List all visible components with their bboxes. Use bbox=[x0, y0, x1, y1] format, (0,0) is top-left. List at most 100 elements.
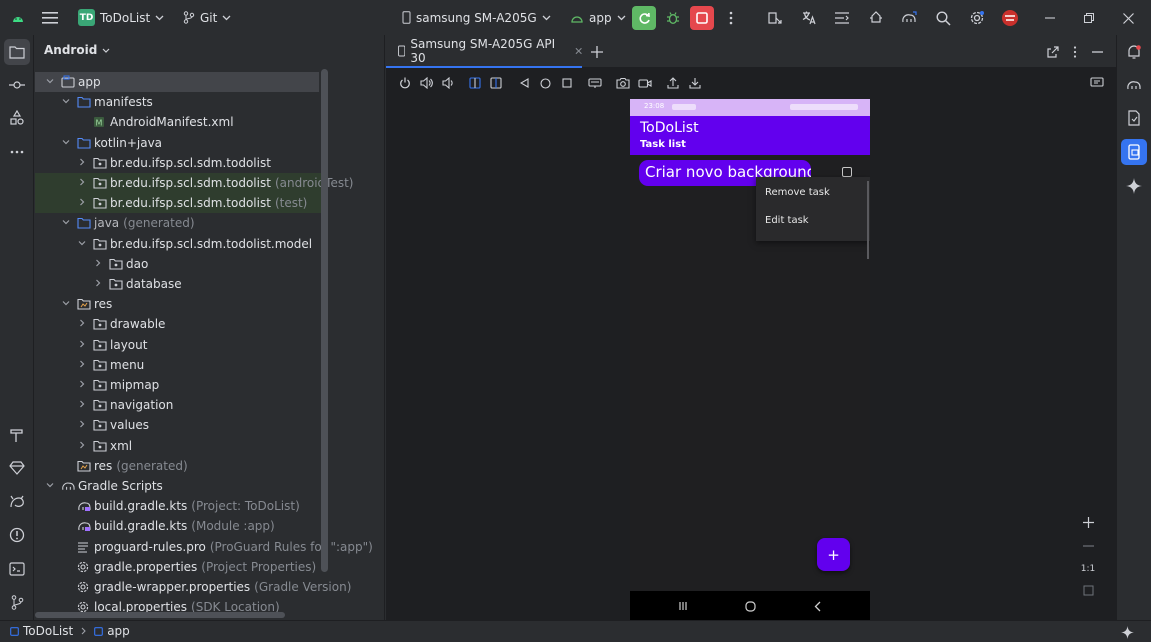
tree-row[interactable]: br.edu.ifsp.scl.sdm.todolist (test) bbox=[35, 193, 327, 214]
breadcrumb-project[interactable]: ToDoList bbox=[23, 624, 73, 638]
panel-options-button[interactable] bbox=[1066, 43, 1084, 61]
menu-item-remove-task[interactable]: Remove task bbox=[765, 187, 830, 198]
power-button[interactable] bbox=[396, 74, 414, 92]
chevron-right-icon[interactable] bbox=[77, 419, 89, 431]
tree-row[interactable]: java (generated) bbox=[35, 213, 319, 233]
rerun-button[interactable] bbox=[632, 6, 656, 30]
restore-button[interactable] bbox=[1077, 6, 1101, 30]
tree-row[interactable]: res (generated) bbox=[35, 456, 319, 476]
plugin-avatar-button[interactable] bbox=[998, 6, 1022, 30]
close-tab-icon[interactable] bbox=[575, 47, 582, 55]
tree-row[interactable]: br.edu.ifsp.scl.sdm.todolist (androidTest… bbox=[35, 173, 353, 193]
tree-row[interactable]: build.gradle.kts (Module :app) bbox=[35, 516, 319, 536]
tree-row[interactable]: drawable bbox=[35, 314, 319, 334]
fold-button[interactable] bbox=[586, 74, 604, 92]
rotate-left-button[interactable] bbox=[466, 74, 484, 92]
tree-row[interactable]: gradle.properties (Project Properties) bbox=[35, 557, 319, 577]
back-button[interactable] bbox=[515, 74, 533, 92]
more-tools-button[interactable] bbox=[4, 139, 30, 165]
volume-down-button[interactable] bbox=[438, 74, 456, 92]
project-switcher[interactable]: TD ToDoList bbox=[78, 0, 164, 35]
zoom-actual-size-button[interactable]: 1:1 bbox=[1076, 561, 1100, 577]
tree-row[interactable]: M AndroidManifest.xml bbox=[35, 112, 319, 132]
debug-button[interactable] bbox=[661, 6, 685, 30]
chevron-down-icon[interactable] bbox=[61, 298, 73, 310]
chevron-right-icon[interactable] bbox=[77, 177, 89, 189]
tree-row[interactable]: database bbox=[35, 274, 319, 294]
apply-changes-button[interactable] bbox=[763, 6, 787, 30]
logcat-button[interactable] bbox=[4, 489, 30, 515]
main-menu-icon[interactable] bbox=[38, 6, 62, 30]
more-actions-button[interactable] bbox=[719, 6, 743, 30]
git-button[interactable] bbox=[4, 589, 30, 615]
device-manager-button[interactable] bbox=[830, 6, 854, 30]
chevron-right-icon[interactable] bbox=[77, 339, 89, 351]
chevron-right-icon[interactable] bbox=[93, 278, 105, 290]
notifications-button[interactable] bbox=[1121, 39, 1147, 65]
upload-button[interactable] bbox=[664, 74, 682, 92]
menu-item-edit-task[interactable]: Edit task bbox=[765, 215, 809, 226]
tree-horizontal-scrollbar[interactable] bbox=[35, 612, 285, 618]
home-button[interactable] bbox=[536, 74, 554, 92]
phone-screen[interactable]: 23:08 ToDoList Task list Criar novo back… bbox=[630, 99, 870, 620]
sync-gradle-button[interactable] bbox=[897, 6, 921, 30]
nav-recents-button[interactable] bbox=[674, 598, 692, 614]
project-tool-button[interactable] bbox=[4, 39, 30, 65]
overview-button[interactable] bbox=[558, 74, 576, 92]
tree-row[interactable]: values bbox=[35, 415, 319, 435]
tab-device[interactable]: Samsung SM-A205G API 30 bbox=[386, 35, 582, 68]
zoom-out-button[interactable] bbox=[1076, 535, 1100, 557]
chevron-down-icon[interactable] bbox=[45, 480, 57, 492]
volume-up-button[interactable] bbox=[417, 74, 435, 92]
tree-row[interactable]: layout bbox=[35, 335, 319, 355]
hide-panel-button[interactable] bbox=[1088, 43, 1106, 61]
chevron-right-icon[interactable] bbox=[77, 379, 89, 391]
chevron-down-icon[interactable] bbox=[61, 137, 73, 149]
tree-row[interactable]: Gradle Scripts bbox=[35, 476, 319, 496]
tree-row[interactable]: app bbox=[35, 72, 319, 92]
add-device-tab-button[interactable] bbox=[588, 43, 606, 61]
task-checkbox[interactable] bbox=[842, 167, 852, 177]
minimize-button[interactable] bbox=[1038, 6, 1062, 30]
chevron-right-icon[interactable] bbox=[77, 197, 89, 209]
running-devices-button[interactable] bbox=[1121, 139, 1147, 165]
chevron-right-icon[interactable] bbox=[93, 258, 105, 270]
run-config-selector[interactable]: app bbox=[570, 0, 626, 35]
nav-home-button[interactable] bbox=[741, 598, 759, 614]
tree-row[interactable]: res bbox=[35, 294, 319, 314]
nav-back-button[interactable] bbox=[808, 598, 826, 614]
screen-record-button[interactable] bbox=[636, 74, 654, 92]
tree-row[interactable]: kotlin+java bbox=[35, 133, 319, 153]
terminal-button[interactable] bbox=[4, 556, 30, 582]
emulator-extended-controls-button[interactable] bbox=[1088, 74, 1106, 92]
chevron-down-icon[interactable] bbox=[77, 238, 89, 250]
stop-button[interactable] bbox=[690, 6, 714, 30]
chevron-down-icon[interactable] bbox=[61, 96, 73, 108]
gradle-tool-button[interactable] bbox=[1121, 72, 1147, 98]
close-window-button[interactable] bbox=[1116, 6, 1140, 30]
tree-vertical-scrollbar[interactable] bbox=[321, 69, 328, 572]
gemini-button[interactable] bbox=[1121, 173, 1147, 199]
breadcrumb-module[interactable]: app bbox=[107, 624, 130, 638]
rotate-right-button[interactable] bbox=[487, 74, 505, 92]
app-quality-button[interactable] bbox=[4, 455, 30, 481]
vcs-widget[interactable]: Git bbox=[183, 0, 231, 35]
sdk-manager-button[interactable] bbox=[864, 6, 888, 30]
chevron-right-icon[interactable] bbox=[77, 359, 89, 371]
tree-row[interactable]: local.properties (SDK Location) bbox=[35, 597, 319, 612]
tree-row[interactable]: br.edu.ifsp.scl.sdm.todolist.model bbox=[35, 234, 319, 254]
zoom-in-button[interactable] bbox=[1076, 511, 1100, 533]
chevron-right-icon[interactable] bbox=[77, 440, 89, 452]
tree-row[interactable]: navigation bbox=[35, 395, 319, 415]
build-tool-button[interactable] bbox=[4, 422, 30, 448]
device-selector[interactable]: samsung SM-A205G bbox=[402, 0, 551, 35]
device-file-explorer-button[interactable] bbox=[1121, 105, 1147, 131]
search-button[interactable] bbox=[931, 6, 955, 30]
add-task-fab[interactable]: + bbox=[817, 538, 850, 571]
layout-inspector-button[interactable] bbox=[797, 6, 821, 30]
chevron-down-icon[interactable] bbox=[45, 76, 57, 88]
resource-manager-button[interactable] bbox=[4, 105, 30, 131]
tree-row[interactable]: xml bbox=[35, 436, 319, 456]
tree-row[interactable]: manifests bbox=[35, 92, 319, 112]
commit-tool-button[interactable] bbox=[4, 72, 30, 98]
